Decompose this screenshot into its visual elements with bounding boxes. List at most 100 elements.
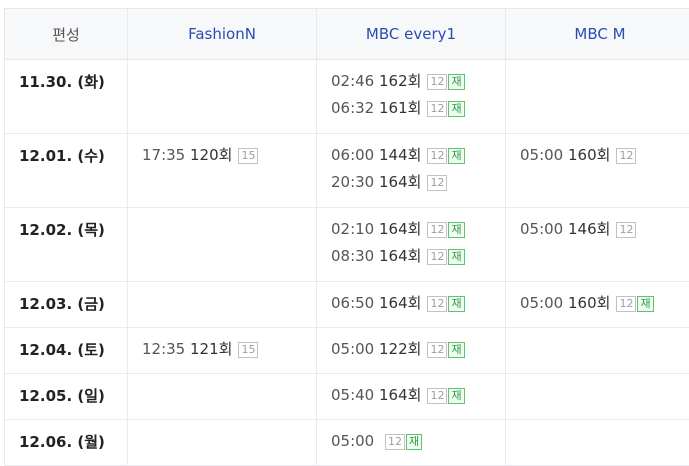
rerun-badge: 재 xyxy=(448,148,464,164)
airing-slot[interactable]: 05:00 122회12재 xyxy=(331,339,505,366)
episode-number: 164회 xyxy=(379,220,421,238)
airing-time: 05:00 xyxy=(331,432,374,450)
airing-slot[interactable]: 02:10 164회 12재 xyxy=(331,219,505,246)
rerun-badge: 재 xyxy=(637,296,653,312)
cell-every1: 05:00 12재 xyxy=(317,420,506,466)
episode-number: 120회 xyxy=(190,146,232,164)
row-date: 12.02. (목) xyxy=(5,208,128,282)
age-rating-badge: 12 xyxy=(427,388,447,404)
age-rating-badge: 12 xyxy=(427,101,447,117)
airing-slot[interactable]: 06:32 161회 12재 xyxy=(331,98,505,125)
cell-every1: 06:50 164회 12재 xyxy=(317,282,506,328)
age-rating-badge: 12 xyxy=(427,342,447,358)
rerun-badge: 재 xyxy=(448,74,464,90)
header-channel-mbc-every1[interactable]: MBC every1 xyxy=(317,9,506,60)
cell-fashionn xyxy=(128,282,317,328)
airing-time: 17:35 xyxy=(142,146,185,164)
airing-time: 06:00 xyxy=(331,146,374,164)
header-schedule: 편성 xyxy=(5,9,128,60)
age-rating-badge: 12 xyxy=(616,148,636,164)
airing-time: 02:10 xyxy=(331,220,374,238)
episode-number: 160회 xyxy=(568,294,610,312)
schedule-row: 12.06. (월)05:00 12재 xyxy=(5,420,689,466)
cell-mbcm xyxy=(506,60,689,134)
cell-every1: 05:00 122회12재 xyxy=(317,328,506,374)
cell-every1: 06:00 144회 12재 20:30 164회 12 xyxy=(317,134,506,208)
row-date: 11.30. (화) xyxy=(5,60,128,134)
airing-slot[interactable]: 05:40 164회12재 xyxy=(331,385,505,412)
age-rating-badge: 12 xyxy=(616,222,636,238)
episode-number: 144회 xyxy=(379,146,421,164)
episode-number: 161회 xyxy=(379,99,421,117)
episode-number: 164회 xyxy=(379,247,421,265)
airing-slot[interactable]: 05:00 12재 xyxy=(331,431,505,458)
rerun-badge: 재 xyxy=(448,296,464,312)
airing-slot[interactable]: 08:30 164회12재 xyxy=(331,246,505,273)
age-rating-badge: 12 xyxy=(427,175,447,191)
rerun-badge: 재 xyxy=(406,434,422,450)
cell-mbcm: 05:00 146회12 xyxy=(506,208,689,282)
age-rating-badge: 12 xyxy=(427,222,447,238)
cell-every1: 02:46 162회 12재 06:32 161회 12재 xyxy=(317,60,506,134)
airing-slot[interactable]: 05:00 146회12 xyxy=(520,219,689,246)
broadcast-schedule-table: 편성 FashionN MBC every1 MBC M 11.30. (화) 0… xyxy=(4,8,689,466)
header-channel-mbc-m[interactable]: MBC M xyxy=(506,9,689,60)
cell-every1: 05:40 164회12재 xyxy=(317,374,506,420)
airing-slot[interactable]: 12:35 121회15 xyxy=(142,339,316,366)
airing-time: 20:30 xyxy=(331,173,374,191)
cell-mbcm xyxy=(506,420,689,466)
episode-number: 121회 xyxy=(190,340,232,358)
airing-time: 05:40 xyxy=(331,386,374,404)
age-rating-badge: 12 xyxy=(427,74,447,90)
header-channel-fashionn[interactable]: FashionN xyxy=(128,9,317,60)
rerun-badge: 재 xyxy=(448,222,464,238)
airing-slot[interactable]: 05:00 160회 12재 xyxy=(520,293,689,320)
airing-time: 12:35 xyxy=(142,340,185,358)
age-rating-badge: 12 xyxy=(385,434,405,450)
airing-slot[interactable]: 06:00 144회 12재 xyxy=(331,145,505,172)
cell-fashionn: 17:35 120회 15 xyxy=(128,134,317,208)
airing-time: 02:46 xyxy=(331,72,374,90)
row-date: 12.04. (토) xyxy=(5,328,128,374)
cell-fashionn xyxy=(128,60,317,134)
airing-time: 05:00 xyxy=(520,220,563,238)
age-rating-badge: 12 xyxy=(427,296,447,312)
airing-time: 06:32 xyxy=(331,99,374,117)
airing-time: 06:50 xyxy=(331,294,374,312)
schedule-row: 11.30. (화) 02:46 162회 12재 06:32 161회 12재 xyxy=(5,60,689,134)
age-rating-badge: 12 xyxy=(427,249,447,265)
airing-slot[interactable]: 02:46 162회 12재 xyxy=(331,71,505,98)
rerun-badge: 재 xyxy=(448,249,464,265)
row-date: 12.01. (수) xyxy=(5,134,128,208)
airing-time: 05:00 xyxy=(520,146,563,164)
rerun-badge: 재 xyxy=(448,388,464,404)
cell-fashionn xyxy=(128,420,317,466)
cell-mbcm: 05:00 160회 12재 xyxy=(506,282,689,328)
row-date: 12.03. (금) xyxy=(5,282,128,328)
age-rating-badge: 15 xyxy=(238,148,258,164)
row-date: 12.05. (일) xyxy=(5,374,128,420)
airing-slot[interactable]: 05:00 160회12 xyxy=(520,145,689,172)
episode-number: 164회 xyxy=(379,294,421,312)
cell-every1: 02:10 164회12재08:30 164회12재 xyxy=(317,208,506,282)
cell-mbcm xyxy=(506,374,689,420)
cell-mbcm: 05:00 160회12 xyxy=(506,134,689,208)
airing-slot[interactable]: 20:30 164회 12 xyxy=(331,172,505,199)
episode-number: 162회 xyxy=(379,72,421,90)
rerun-badge: 재 xyxy=(448,101,464,117)
cell-fashionn xyxy=(128,208,317,282)
header-row: 편성 FashionN MBC every1 MBC M xyxy=(5,9,689,60)
age-rating-badge: 12 xyxy=(616,296,636,312)
airing-time: 05:00 xyxy=(520,294,563,312)
schedule-row: 12.03. (금)06:50 164회12재05:00 160회12재 xyxy=(5,282,689,328)
episode-number: 164회 xyxy=(379,173,421,191)
airing-slot[interactable]: 17:35 120회 15 xyxy=(142,145,316,172)
rerun-badge: 재 xyxy=(448,342,464,358)
cell-fashionn: 12:35 121회15 xyxy=(128,328,317,374)
schedule-body: 11.30. (화)02:46 162회12재06:32 161회12재12.0… xyxy=(5,60,689,466)
airing-slot[interactable]: 06:50 164회 12재 xyxy=(331,293,505,320)
age-rating-badge: 12 xyxy=(427,148,447,164)
cell-fashionn xyxy=(128,374,317,420)
schedule-row: 12.04. (토) 12:35 121회15 05:00 122회12재 xyxy=(5,328,689,374)
airing-time: 05:00 xyxy=(331,340,374,358)
